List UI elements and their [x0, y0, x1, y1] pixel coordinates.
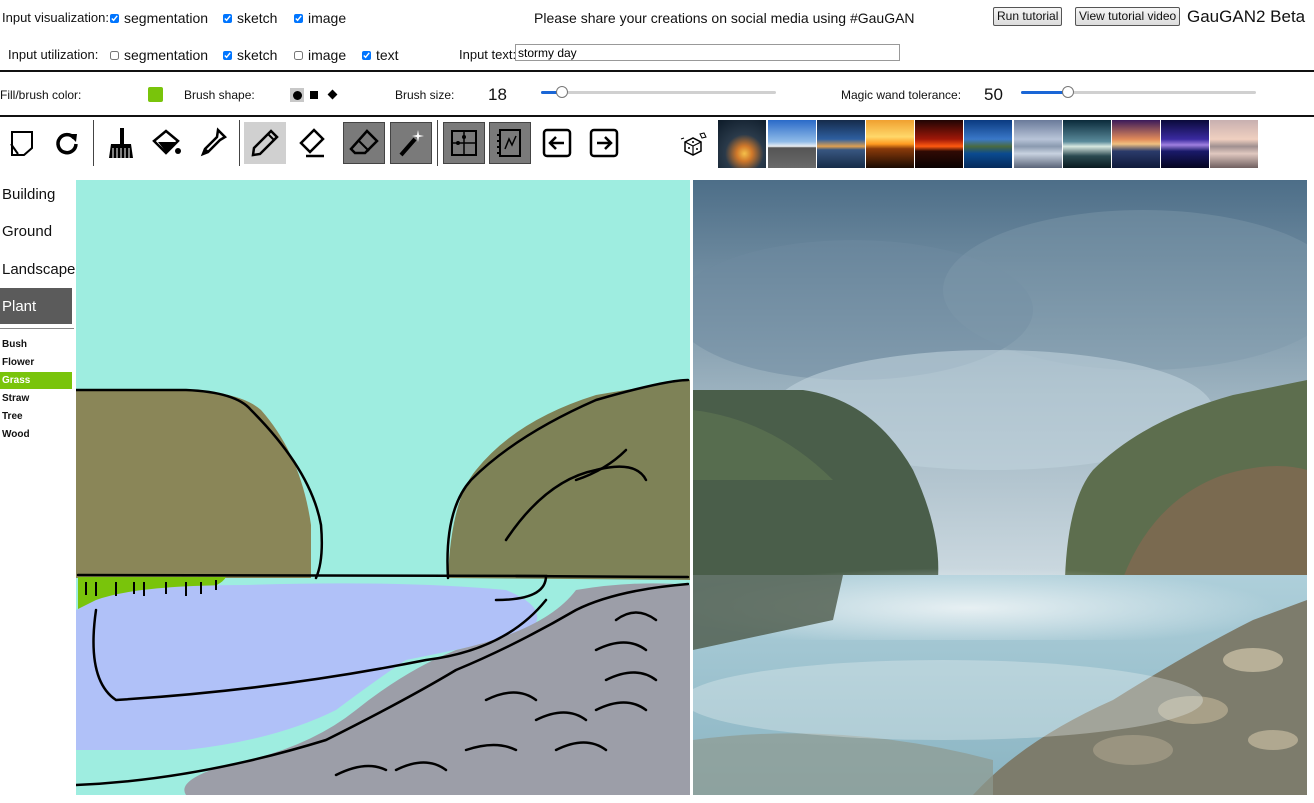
notebook-icon — [497, 129, 521, 157]
example-thumbnail[interactable] — [817, 120, 865, 168]
fill-color-label: Fill/brush color: — [0, 88, 82, 102]
circle-brush-icon[interactable] — [290, 88, 304, 102]
rotate-icon — [56, 132, 78, 155]
broom-button[interactable] — [98, 122, 140, 164]
example-thumbnail[interactable] — [1063, 120, 1111, 168]
divider-top — [0, 70, 1314, 72]
subcategory-bush[interactable]: Bush — [0, 336, 72, 353]
brush-size-value: 18 — [488, 85, 507, 104]
viz-image-checkbox[interactable]: image — [294, 10, 346, 26]
brush-shape-label: Brush shape: — [184, 88, 255, 102]
input-visualization-label: Input visualization: — [2, 10, 109, 25]
eyedropper-icon — [200, 127, 228, 157]
magic-wand-label: Magic wand tolerance: — [841, 88, 962, 102]
notebook-button[interactable] — [489, 122, 531, 164]
app-title: GauGAN2 Beta — [1187, 7, 1306, 26]
square-brush-icon[interactable] — [310, 91, 318, 99]
fill-color-swatch[interactable] — [148, 87, 163, 102]
arrow-right-icon — [589, 128, 619, 158]
magic-wand-value: 50 — [984, 85, 1003, 104]
example-thumbnail[interactable] — [768, 120, 816, 168]
example-thumbnail[interactable] — [915, 120, 963, 168]
util-text-checkbox[interactable]: text — [362, 47, 399, 63]
paint-bucket-icon — [152, 129, 181, 155]
input-text-field[interactable] — [515, 44, 900, 61]
run-tutorial-button[interactable]: Run tutorial — [993, 7, 1063, 26]
toolbar-separator — [93, 120, 94, 166]
subcategory-tree[interactable]: Tree — [0, 408, 72, 425]
category-building[interactable]: Building — [0, 176, 72, 212]
line-eraser-button[interactable] — [291, 122, 333, 164]
example-thumbnail[interactable] — [1161, 120, 1209, 168]
toolbar-separator — [239, 120, 240, 166]
broom-icon — [109, 128, 133, 158]
category-ground[interactable]: Ground — [0, 213, 72, 249]
example-thumbnail[interactable] — [1210, 120, 1258, 168]
random-button[interactable] — [674, 122, 714, 164]
segmentation-canvas[interactable] — [76, 180, 690, 795]
input-utilization-label: Input utilization: — [8, 47, 99, 62]
viz-sketch-label: sketch — [237, 10, 278, 26]
example-thumbnail[interactable] — [964, 120, 1012, 168]
eraser-icon — [349, 129, 379, 155]
share-message: Please share your creations on social me… — [534, 10, 915, 26]
input-text-label: Input text: — [459, 47, 517, 62]
util-segmentation-label: segmentation — [124, 47, 209, 63]
util-segmentation-checkbox[interactable]: segmentation — [110, 47, 208, 63]
util-text-label: text — [376, 47, 399, 63]
util-sketch-label: sketch — [237, 47, 278, 63]
arrow-left-icon — [542, 128, 572, 158]
util-image-label: image — [308, 47, 347, 63]
viz-image-label: image — [308, 10, 347, 26]
brush-size-label: Brush size: — [395, 88, 455, 102]
magic-wand-button[interactable] — [390, 122, 432, 164]
viz-segmentation-checkbox[interactable]: segmentation — [110, 10, 208, 26]
rotate-button[interactable] — [46, 122, 88, 164]
new-canvas-button[interactable] — [0, 122, 42, 164]
pencil-button[interactable] — [244, 122, 286, 164]
subcategory-grass[interactable]: Grass — [0, 372, 72, 389]
example-thumbnail[interactable] — [1014, 120, 1062, 168]
category-landscape[interactable]: Landscape — [0, 251, 75, 287]
eraser-button[interactable] — [343, 122, 385, 164]
category-divider — [0, 328, 74, 329]
util-image-checkbox[interactable]: image — [294, 47, 346, 63]
puzzle-button[interactable] — [443, 122, 485, 164]
viz-segmentation-label: segmentation — [124, 10, 209, 26]
divider-tools — [0, 115, 1314, 117]
diamond-brush-icon[interactable] — [327, 89, 338, 100]
util-sketch-checkbox[interactable]: sketch — [223, 47, 277, 63]
subcategory-wood[interactable]: Wood — [0, 426, 72, 443]
viz-sketch-checkbox[interactable]: sketch — [223, 10, 277, 26]
generated-image — [693, 180, 1307, 795]
view-tutorial-video-button[interactable]: View tutorial video — [1075, 7, 1181, 26]
puzzle-icon — [451, 130, 477, 156]
category-plant[interactable]: Plant — [0, 288, 72, 324]
paint-bucket-button[interactable] — [145, 122, 187, 164]
magic-wand-icon — [399, 130, 424, 157]
example-thumbnail[interactable] — [1112, 120, 1160, 168]
redo-button[interactable] — [583, 122, 625, 164]
undo-button[interactable] — [536, 122, 578, 164]
dice-icon — [680, 132, 707, 156]
subcategory-flower[interactable]: Flower — [0, 354, 72, 371]
toolbar-separator — [437, 120, 438, 166]
new-canvas-icon — [10, 131, 33, 156]
eraser-line-icon — [299, 128, 325, 158]
eyedropper-button[interactable] — [192, 122, 234, 164]
example-thumbnail[interactable] — [866, 120, 914, 168]
subcategory-straw[interactable]: Straw — [0, 390, 72, 407]
example-thumbnail[interactable] — [718, 120, 766, 168]
pencil-icon — [251, 129, 279, 157]
